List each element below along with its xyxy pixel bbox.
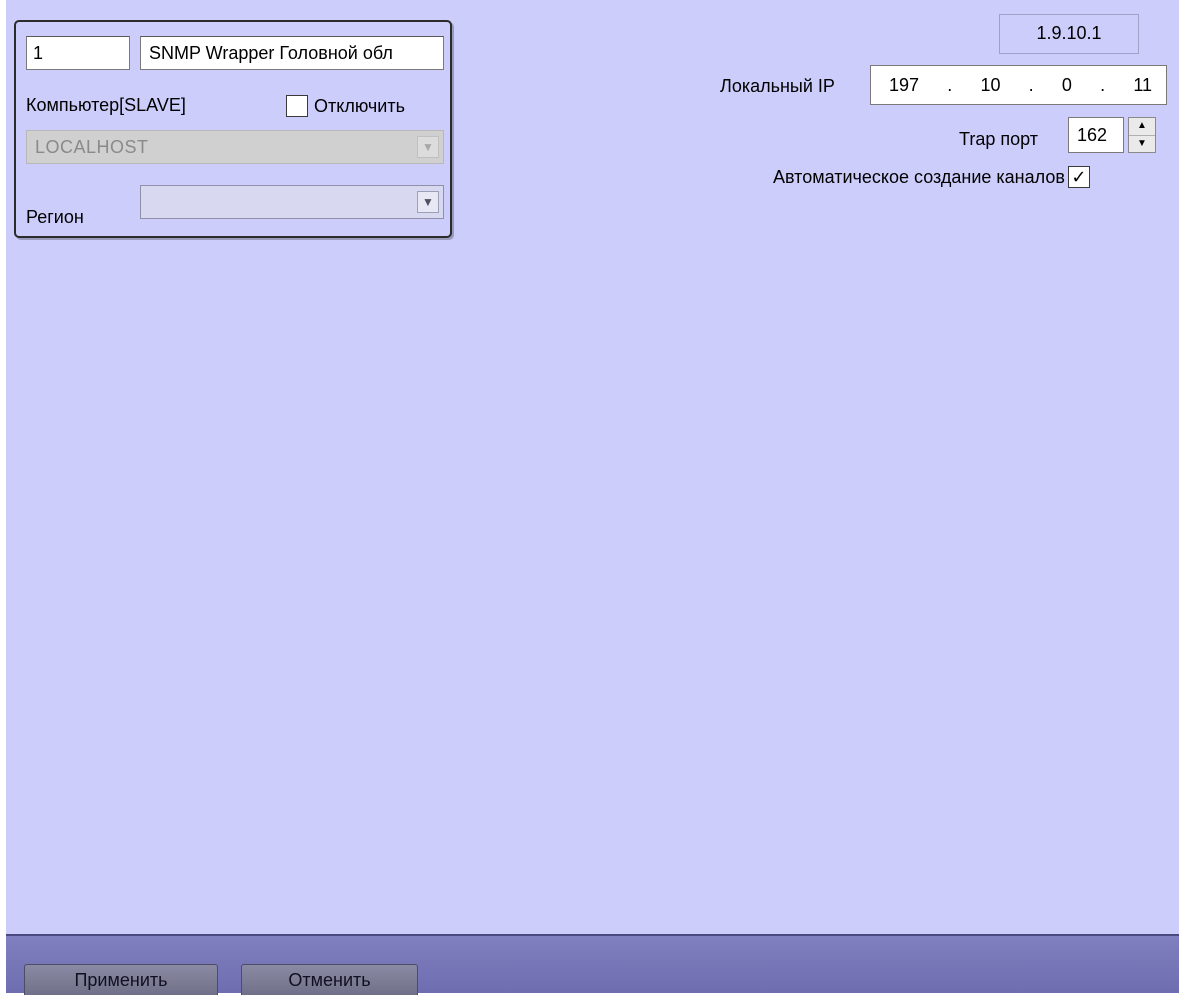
ip-octet-2[interactable]: 10 (980, 66, 1000, 104)
checkmark-icon: ✓ (1071, 167, 1087, 187)
trap-port-stepper[interactable]: ▲ ▼ (1128, 117, 1156, 153)
region-label: Регион (26, 207, 84, 227)
object-panel: 1 SNMP Wrapper Головной обл Компьютер[SL… (14, 20, 452, 238)
ip-octet-1[interactable]: 197 (889, 66, 919, 104)
host-select: LOCALHOST ▼ (26, 130, 444, 164)
cancel-button[interactable]: Отменить (241, 964, 418, 995)
disable-checkbox[interactable] (286, 95, 308, 117)
chevron-down-icon[interactable]: ▼ (417, 191, 439, 213)
disable-toggle[interactable]: Отключить (286, 92, 405, 120)
auto-create-label: Автоматическое создание каналов (773, 166, 1065, 187)
settings-canvas: 1 SNMP Wrapper Головной обл Компьютер[SL… (6, 0, 1179, 995)
computer-label: Компьютер[SLAVE] (26, 95, 186, 115)
spin-up-icon[interactable]: ▲ (1129, 118, 1155, 136)
version-display: 1.9.10.1 (999, 14, 1139, 54)
trap-port-input[interactable]: 162 (1068, 117, 1124, 153)
object-id-field[interactable]: 1 (26, 36, 130, 70)
footer-bar: Применить Отменить (6, 934, 1179, 995)
local-ip-input[interactable]: 197 . 10 . 0 . 11 (870, 65, 1167, 105)
host-select-value: LOCALHOST (35, 137, 149, 157)
object-name-field[interactable]: SNMP Wrapper Головной обл (140, 36, 444, 70)
spin-down-icon[interactable]: ▼ (1129, 136, 1155, 153)
region-select[interactable]: ▼ (140, 185, 444, 219)
trap-port-label: Trap порт (959, 129, 1038, 149)
disable-label: Отключить (314, 95, 405, 116)
ip-octet-4[interactable]: 11 (1133, 66, 1152, 104)
ip-separator: . (947, 75, 953, 95)
auto-create-checkbox[interactable]: ✓ (1067, 166, 1090, 188)
chevron-down-icon: ▼ (417, 136, 439, 158)
ip-separator: . (1100, 75, 1106, 95)
ip-octet-3[interactable]: 0 (1062, 66, 1072, 104)
ip-separator: . (1028, 75, 1034, 95)
auto-create-toggle[interactable]: Автоматическое создание каналов ✓ (773, 164, 1090, 190)
apply-button[interactable]: Применить (24, 964, 218, 995)
local-ip-label: Локальный IP (720, 76, 835, 96)
